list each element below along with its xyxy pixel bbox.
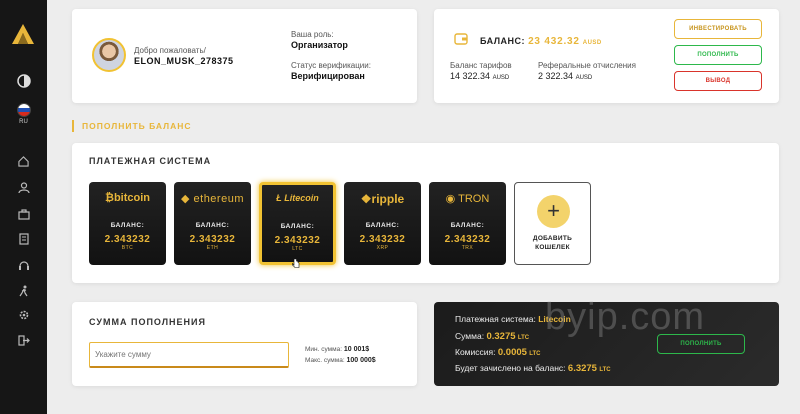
add-wallet-button[interactable]: + ДОБАВИТЬ КОШЕЛЕК bbox=[514, 182, 591, 265]
summary-amount-label: Сумма: bbox=[455, 331, 485, 341]
amount-card: СУММА ПОПОЛНЕНИЯ Мин. сумма: 10 001$ Мак… bbox=[72, 302, 417, 386]
avatar bbox=[92, 38, 126, 72]
person-walking-icon[interactable] bbox=[0, 282, 47, 300]
cursor-icon bbox=[292, 258, 300, 268]
payment-system-title: ПЛАТЕЖНАЯ СИСТЕМА bbox=[89, 156, 212, 166]
verification-value: Верифицирован bbox=[291, 71, 365, 81]
coin-card-tron[interactable]: ◉ TRON БАЛАНС: 2.343232 TRX bbox=[429, 182, 506, 265]
coin-card-bitcoin[interactable]: ₿bitcoin БАЛАНС: 2.343232 BTC bbox=[89, 182, 166, 265]
role-value: Организатор bbox=[291, 40, 348, 50]
wallet-icon bbox=[454, 33, 468, 45]
summary-system-value: Litecoin bbox=[538, 314, 571, 324]
amount-title: СУММА ПОПОЛНЕНИЯ bbox=[89, 317, 206, 327]
coin-card-ethereum[interactable]: ◆ ethereum БАЛАНС: 2.343232 ETH bbox=[174, 182, 251, 265]
logo-icon bbox=[12, 24, 34, 44]
coin-currency: LTC bbox=[292, 246, 303, 252]
users-icon[interactable] bbox=[0, 178, 47, 196]
summary-system-label: Платежная система: bbox=[455, 314, 536, 324]
summary-amount-currency: LTC bbox=[517, 335, 530, 341]
summary-fee-label: Комиссия: bbox=[455, 347, 496, 357]
title-accent-bar bbox=[72, 120, 74, 132]
coin-balance-value: 2.343232 bbox=[359, 234, 406, 245]
topup-button[interactable]: ПОПОЛНИТЬ bbox=[674, 45, 762, 65]
coin-balance-label: БАЛАНС: bbox=[195, 222, 230, 229]
coin-balance-value: 2.343232 bbox=[444, 234, 491, 245]
summary-credited-label: Будет зачислено на баланс: bbox=[455, 363, 566, 373]
referral-currency: AUSD bbox=[575, 75, 593, 81]
summary-credited-value: 6.3275 bbox=[567, 363, 597, 374]
sidebar: RU bbox=[0, 0, 47, 414]
verification-label: Статус верификации: bbox=[291, 61, 371, 70]
max-amount-value: 100 000$ bbox=[346, 357, 376, 364]
headset-icon[interactable] bbox=[0, 256, 47, 274]
home-icon[interactable] bbox=[0, 152, 47, 170]
coin-balance-value: 2.343232 bbox=[274, 235, 321, 246]
balance-currency: AUSD bbox=[582, 40, 602, 46]
role-label: Ваша роль: bbox=[291, 30, 334, 39]
add-wallet-line2: КОШЕЛЕК bbox=[535, 244, 570, 251]
plus-icon: + bbox=[537, 195, 570, 228]
summary-fee-currency: LTC bbox=[529, 351, 541, 357]
referral-label: Реферальные отчисления bbox=[538, 61, 636, 70]
settings-icon[interactable] bbox=[0, 306, 47, 324]
user-profile-card: Добро пожаловать/ ELON_MUSK_278375 Ваша … bbox=[72, 9, 417, 103]
coin-card-litecoin[interactable]: Ł Litecoin БАЛАНС: 2.343232 LTC bbox=[259, 182, 336, 268]
min-amount-value: 10 001$ bbox=[343, 346, 370, 353]
document-icon[interactable] bbox=[0, 230, 47, 248]
summary-card: Платежная система: Litecoin Сумма: 0.327… bbox=[434, 302, 779, 386]
balance-amount: 23 432.32 bbox=[528, 36, 580, 47]
username: ELON_MUSK_278375 bbox=[134, 56, 234, 66]
coin-balance-value: 2.343232 bbox=[104, 234, 151, 245]
summary-credited-currency: LTC bbox=[599, 367, 611, 373]
summary-fee-value: 0.0005 bbox=[497, 347, 527, 358]
coin-card-ripple[interactable]: ❖ripple БАЛАНС: 2.343232 XRP bbox=[344, 182, 421, 265]
tariff-balance-value: 14 322.34 bbox=[450, 71, 491, 81]
coin-currency: XRP bbox=[376, 245, 389, 251]
ripple-logo: ❖ripple bbox=[360, 192, 405, 206]
max-amount-label: Макс. сумма: bbox=[305, 357, 345, 364]
coin-balance-label: БАЛАНС: bbox=[110, 222, 145, 229]
withdraw-button[interactable]: ВЫВОД bbox=[674, 71, 762, 91]
logout-icon[interactable] bbox=[0, 331, 47, 349]
page-title: ПОПОЛНИТЬ БАЛАНС bbox=[82, 121, 192, 131]
amount-input[interactable] bbox=[89, 342, 289, 368]
coin-currency: TRX bbox=[461, 245, 474, 251]
add-wallet-line1: ДОБАВИТЬ bbox=[532, 235, 573, 242]
language-label: RU bbox=[19, 119, 28, 125]
coin-currency: ETH bbox=[206, 245, 219, 251]
theme-toggle-icon[interactable] bbox=[0, 72, 47, 90]
litecoin-logo: Ł Litecoin bbox=[276, 193, 319, 203]
briefcase-icon[interactable] bbox=[0, 205, 47, 223]
tariff-currency: AUSD bbox=[492, 75, 510, 81]
summary-topup-button[interactable]: ПОПОЛНИТЬ bbox=[657, 334, 745, 354]
summary-amount-value: 0.3275 bbox=[486, 331, 516, 342]
referral-value: 2 322.34 bbox=[538, 71, 574, 81]
tariff-balance-label: Баланс тарифов bbox=[450, 61, 512, 70]
coin-balance-label: БАЛАНС: bbox=[450, 222, 485, 229]
coin-currency: BTC bbox=[121, 245, 134, 251]
balance-title: БАЛАНС: bbox=[480, 36, 526, 46]
balance-card: БАЛАНС: 23 432.32 AUSD Баланс тарифов 14… bbox=[434, 9, 779, 103]
invest-button[interactable]: ИНВЕСТИРОВАТЬ bbox=[674, 19, 762, 39]
bitcoin-logo: ₿bitcoin bbox=[104, 192, 151, 204]
welcome-label: Добро пожаловать/ bbox=[134, 46, 206, 55]
tron-logo: ◉ TRON bbox=[445, 193, 490, 205]
coin-balance-label: БАЛАНС: bbox=[280, 223, 315, 230]
coin-balance-value: 2.343232 bbox=[189, 234, 236, 245]
min-amount-label: Мин. сумма: bbox=[305, 346, 343, 353]
ethereum-logo: ◆ ethereum bbox=[181, 193, 244, 205]
coin-balance-label: БАЛАНС: bbox=[365, 222, 400, 229]
russia-flag-icon[interactable] bbox=[17, 103, 31, 117]
